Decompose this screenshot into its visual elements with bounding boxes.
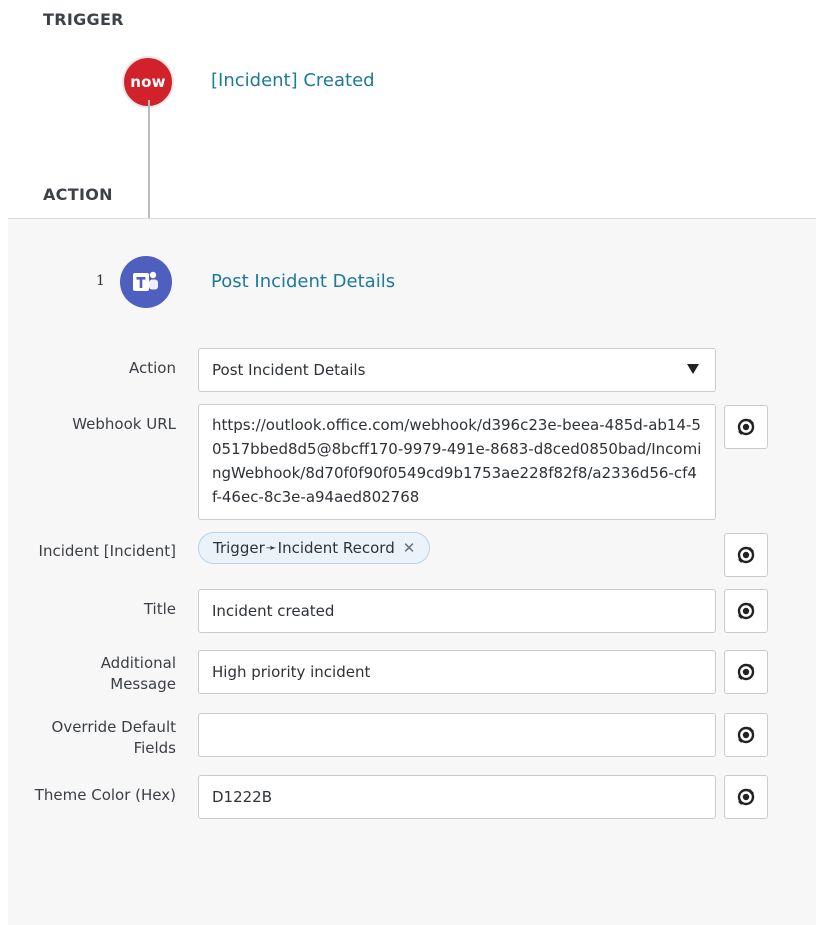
override-default-fields-input[interactable] bbox=[198, 713, 716, 757]
teams-icon bbox=[120, 256, 172, 308]
data-pill-picker-icon bbox=[737, 726, 755, 744]
theme-color-input[interactable]: D1222B bbox=[198, 775, 716, 819]
incident-data-pill[interactable]: Trigger ➛ Incident Record ✕ bbox=[198, 532, 431, 564]
arrow-right-icon: ➛ bbox=[265, 540, 277, 556]
dropdown-arrow-icon bbox=[687, 364, 699, 374]
webhook-url-data-pill-button[interactable] bbox=[724, 405, 768, 449]
webhook-url-textarea[interactable]: https://outlook.office.com/webhook/d396c… bbox=[198, 404, 716, 520]
additional-message-label: Additional Message bbox=[6, 653, 176, 695]
webhook-url-value: https://outlook.office.com/webhook/d396c… bbox=[212, 416, 702, 506]
title-input[interactable]: Incident created bbox=[198, 589, 716, 633]
data-pill-picker-icon bbox=[737, 546, 755, 564]
action-field-label: Action bbox=[129, 359, 176, 377]
title-label: Title bbox=[143, 600, 176, 618]
additional-message-data-pill-button[interactable] bbox=[724, 650, 768, 694]
override-label-line1: Override Default bbox=[51, 718, 176, 736]
trigger-title-link[interactable]: [Incident] Created bbox=[211, 70, 375, 91]
theme-color-label: Theme Color (Hex) bbox=[34, 786, 176, 804]
data-pill-picker-icon bbox=[737, 788, 755, 806]
pill-record-text: Incident Record bbox=[277, 539, 395, 557]
theme-color-value: D1222B bbox=[212, 788, 273, 806]
data-pill-picker-icon bbox=[737, 418, 755, 436]
close-icon[interactable]: ✕ bbox=[403, 539, 416, 557]
incident-pill-container: Trigger ➛ Incident Record ✕ bbox=[198, 532, 431, 564]
flow-connector-line bbox=[148, 100, 150, 218]
additional-message-input[interactable]: High priority incident bbox=[198, 650, 716, 694]
data-pill-picker-icon bbox=[737, 663, 755, 681]
incident-label: Incident [Incident] bbox=[38, 542, 176, 560]
trigger-section-label: TRIGGER bbox=[43, 10, 124, 29]
action-step-number: 1 bbox=[96, 273, 105, 289]
title-value: Incident created bbox=[212, 602, 335, 620]
additional-message-value: High priority incident bbox=[212, 663, 371, 681]
pill-trigger-text: Trigger bbox=[213, 539, 265, 557]
action-title-link[interactable]: Post Incident Details bbox=[211, 271, 395, 292]
data-pill-picker-icon bbox=[737, 602, 755, 620]
override-label-line2: Fields bbox=[133, 739, 176, 757]
override-default-fields-label: Override Default Fields bbox=[6, 717, 176, 759]
title-data-pill-button[interactable] bbox=[724, 589, 768, 633]
servicenow-logo-text: now bbox=[130, 73, 166, 91]
incident-data-pill-button[interactable] bbox=[724, 533, 768, 577]
additional-message-label-line2: Message bbox=[110, 675, 176, 693]
additional-message-label-line1: Additional bbox=[100, 654, 176, 672]
action-section-label: ACTION bbox=[43, 185, 113, 204]
webhook-url-label: Webhook URL bbox=[72, 415, 176, 433]
override-default-fields-data-pill-button[interactable] bbox=[724, 713, 768, 757]
theme-color-data-pill-button[interactable] bbox=[724, 775, 768, 819]
action-select[interactable]: Post Incident Details bbox=[198, 348, 716, 392]
action-select-value: Post Incident Details bbox=[212, 361, 366, 379]
